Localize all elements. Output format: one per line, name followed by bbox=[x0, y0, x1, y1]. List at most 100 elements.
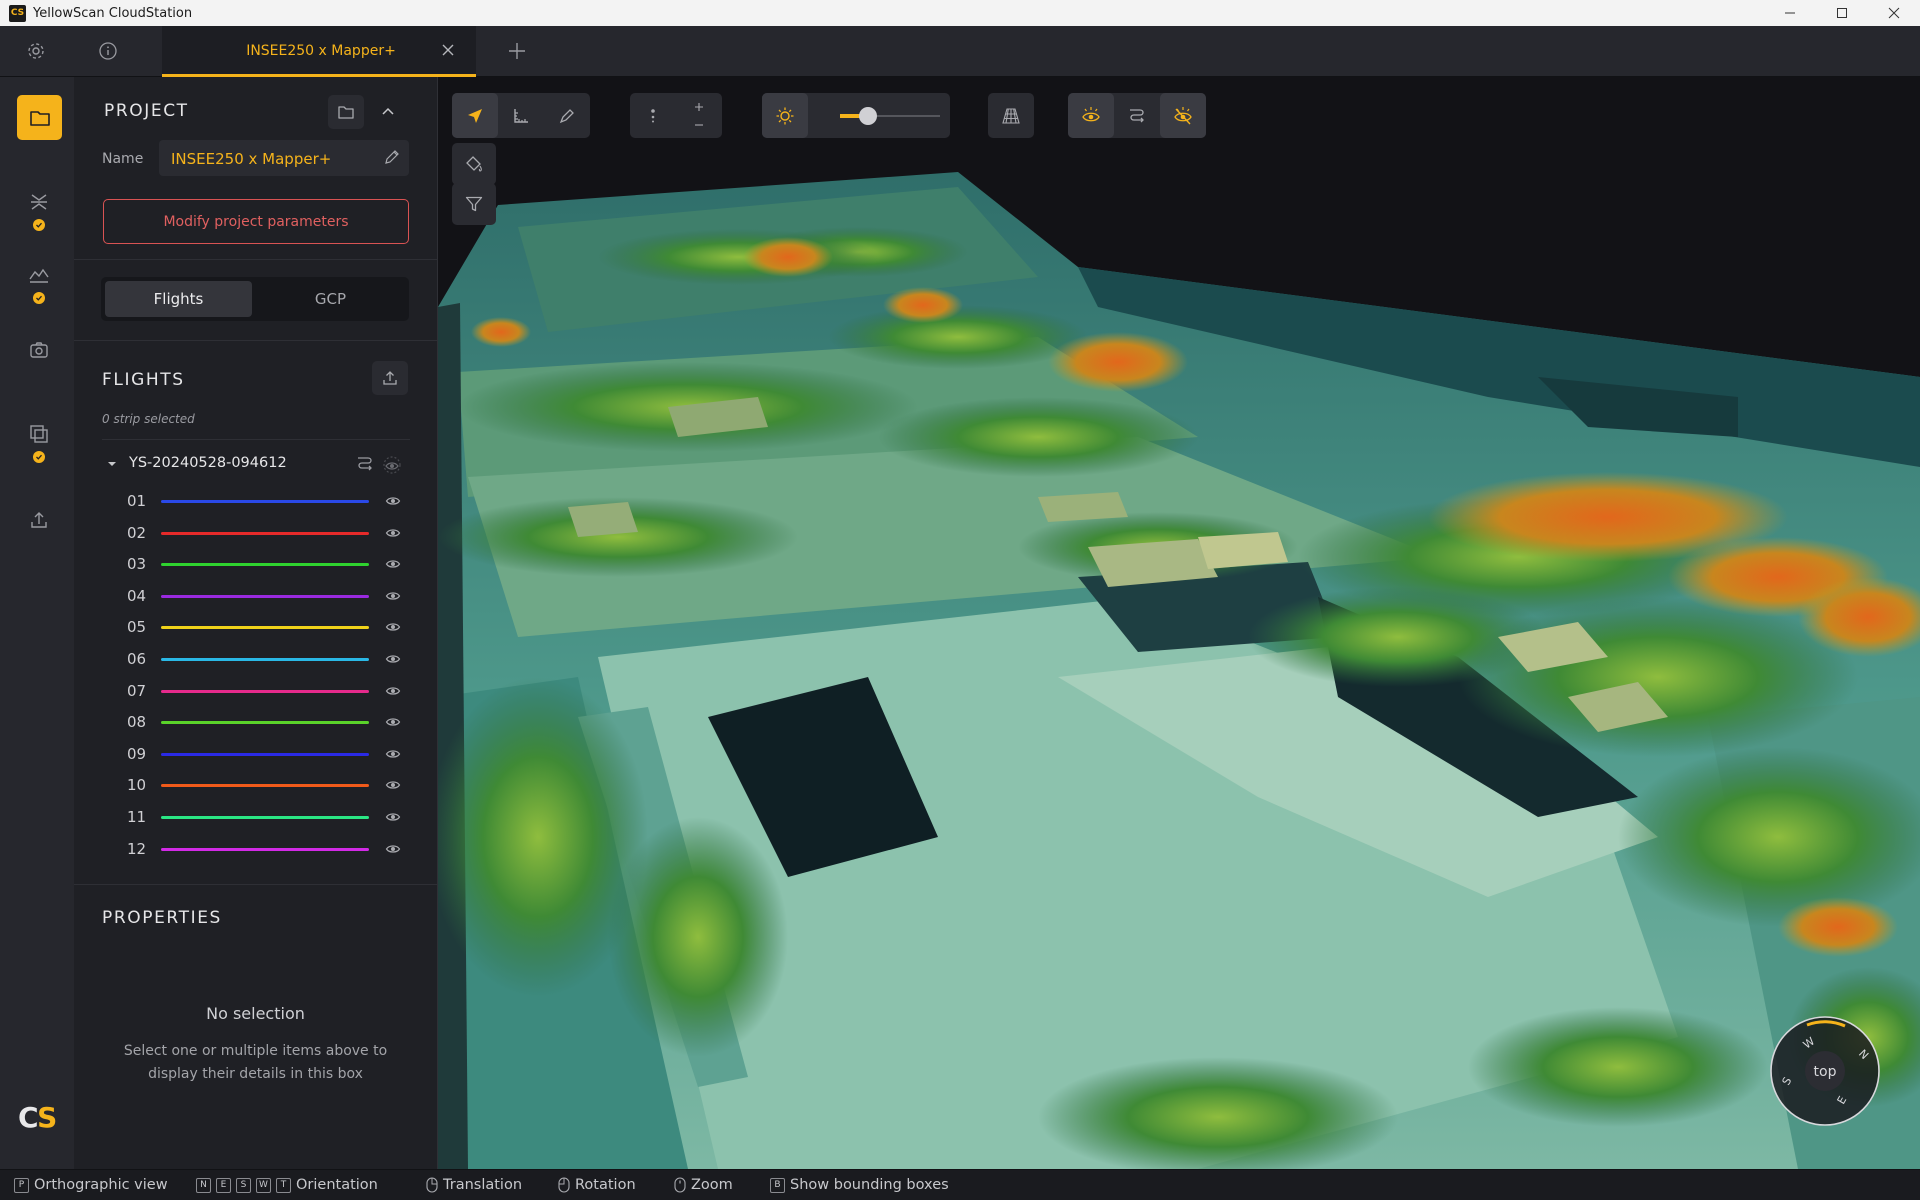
strip-row[interactable]: 12 bbox=[101, 837, 411, 861]
mouse-left-icon bbox=[558, 1177, 570, 1193]
key-b: B bbox=[770, 1177, 785, 1193]
eye-icon[interactable] bbox=[385, 714, 401, 730]
divider bbox=[74, 340, 437, 341]
strip-row[interactable]: 11 bbox=[101, 805, 411, 829]
camera-rail-button[interactable] bbox=[24, 335, 54, 365]
key-p: P bbox=[14, 1177, 29, 1193]
eye-icon[interactable] bbox=[385, 841, 401, 857]
terrain-rail-button[interactable] bbox=[24, 260, 54, 290]
hide-points-button[interactable] bbox=[1160, 93, 1206, 138]
tab-project[interactable]: INSEE250 x Mapper+ bbox=[162, 26, 476, 77]
display-toggle-group bbox=[1068, 93, 1206, 138]
strip-row[interactable]: 05 bbox=[101, 615, 411, 639]
caret-down-icon[interactable] bbox=[107, 459, 117, 469]
collapse-project-button[interactable] bbox=[370, 95, 406, 129]
paint-tool-button[interactable] bbox=[452, 143, 496, 185]
eye-icon[interactable] bbox=[385, 746, 401, 762]
orientation-compass[interactable]: top W N S E bbox=[1769, 1015, 1881, 1127]
mouse-right-icon bbox=[426, 1177, 438, 1193]
divider bbox=[102, 439, 410, 440]
strip-row[interactable]: 03 bbox=[101, 552, 411, 576]
ruler-icon bbox=[514, 108, 528, 123]
strip-row[interactable]: 06 bbox=[101, 647, 411, 671]
trajectory-icon bbox=[1130, 108, 1144, 122]
strip-row[interactable]: 10 bbox=[101, 773, 411, 797]
strip-id: 06 bbox=[127, 650, 147, 668]
point-cloud-viewport[interactable]: top W N S E bbox=[438, 77, 1920, 1169]
strip-color-line bbox=[161, 721, 369, 725]
minus-icon[interactable] bbox=[694, 120, 704, 130]
strip-row[interactable]: 08 bbox=[101, 710, 411, 734]
info-icon bbox=[99, 42, 117, 60]
view-group bbox=[988, 93, 1034, 138]
project-name-value: INSEE250 x Mapper+ bbox=[171, 150, 332, 168]
strip-color-line bbox=[161, 847, 369, 851]
chevron-up-icon bbox=[382, 107, 394, 115]
key-n: N bbox=[196, 1177, 211, 1193]
visibility-disabled-icon[interactable] bbox=[381, 454, 403, 476]
strip-row[interactable]: 02 bbox=[101, 521, 411, 545]
brightness-group bbox=[762, 93, 950, 138]
eye-icon[interactable] bbox=[385, 588, 401, 604]
eye-icon[interactable] bbox=[385, 809, 401, 825]
info-button[interactable] bbox=[97, 40, 119, 62]
properties-section-title: PROPERTIES bbox=[102, 908, 222, 928]
strip-row[interactable]: 09 bbox=[101, 742, 411, 766]
strip-color-line bbox=[161, 689, 369, 693]
show-trajectory-button[interactable] bbox=[1114, 93, 1160, 138]
select-tool-button[interactable] bbox=[452, 93, 498, 138]
orientation-label: Orientation bbox=[296, 1177, 378, 1193]
maximize-icon bbox=[1837, 8, 1847, 18]
navigation-tool-group bbox=[452, 93, 590, 138]
add-tab-button[interactable] bbox=[506, 40, 528, 62]
no-selection-title: No selection bbox=[206, 1004, 305, 1023]
strip-color-line bbox=[161, 563, 369, 567]
tab-project-label: INSEE250 x Mapper+ bbox=[246, 43, 396, 59]
flight-row[interactable]: YS-20240528-094612 bbox=[101, 452, 411, 476]
classification-rail-button[interactable] bbox=[24, 419, 54, 449]
show-points-button[interactable] bbox=[1068, 93, 1114, 138]
maximize-button[interactable] bbox=[1816, 0, 1868, 26]
strip-row[interactable]: 07 bbox=[101, 679, 411, 703]
point-size-stepper[interactable] bbox=[676, 93, 722, 138]
strip-row[interactable]: 04 bbox=[101, 584, 411, 608]
settings-button[interactable] bbox=[25, 40, 47, 62]
eye-icon[interactable] bbox=[385, 556, 401, 572]
cloudstation-logo: CS bbox=[18, 1101, 57, 1134]
brightness-button[interactable] bbox=[762, 93, 808, 138]
strip-row[interactable]: 01 bbox=[101, 489, 411, 513]
tab-gcp[interactable]: GCP bbox=[256, 281, 405, 317]
tab-flights[interactable]: Flights bbox=[105, 281, 252, 317]
eye-icon[interactable] bbox=[385, 777, 401, 793]
filter-tool-button[interactable] bbox=[452, 183, 496, 225]
dots-vertical-icon bbox=[651, 108, 655, 122]
measure-tool-button[interactable] bbox=[498, 93, 544, 138]
window-title: YellowScan CloudStation bbox=[33, 5, 193, 21]
eye-icon[interactable] bbox=[385, 651, 401, 667]
key-e: E bbox=[216, 1177, 231, 1193]
eye-icon[interactable] bbox=[385, 493, 401, 509]
strip-color-line bbox=[161, 594, 369, 598]
modify-project-parameters-button[interactable]: Modify project parameters bbox=[103, 199, 409, 244]
trajectory-toggle-icon[interactable] bbox=[355, 454, 375, 474]
draw-tool-button[interactable] bbox=[544, 93, 590, 138]
project-name-field[interactable]: INSEE250 x Mapper+ bbox=[159, 140, 409, 176]
close-window-button[interactable] bbox=[1868, 0, 1920, 26]
eye-icon[interactable] bbox=[385, 683, 401, 699]
trajectory-rail-button[interactable] bbox=[24, 187, 54, 217]
eye-icon[interactable] bbox=[385, 619, 401, 635]
name-label: Name bbox=[102, 151, 144, 167]
pencil-icon[interactable] bbox=[383, 148, 401, 166]
import-flight-button[interactable] bbox=[372, 361, 408, 395]
project-rail-button[interactable] bbox=[17, 95, 62, 140]
brightness-slider-handle[interactable] bbox=[859, 107, 877, 125]
eye-icon[interactable] bbox=[385, 525, 401, 541]
grid-view-button[interactable] bbox=[988, 93, 1034, 138]
close-tab-button[interactable] bbox=[438, 40, 458, 60]
key-w: W bbox=[256, 1177, 271, 1193]
strip-id: 09 bbox=[127, 744, 147, 763]
minimize-button[interactable] bbox=[1764, 0, 1816, 26]
open-folder-button[interactable] bbox=[328, 95, 364, 129]
export-rail-button[interactable] bbox=[24, 505, 54, 535]
plus-icon[interactable] bbox=[694, 102, 704, 112]
